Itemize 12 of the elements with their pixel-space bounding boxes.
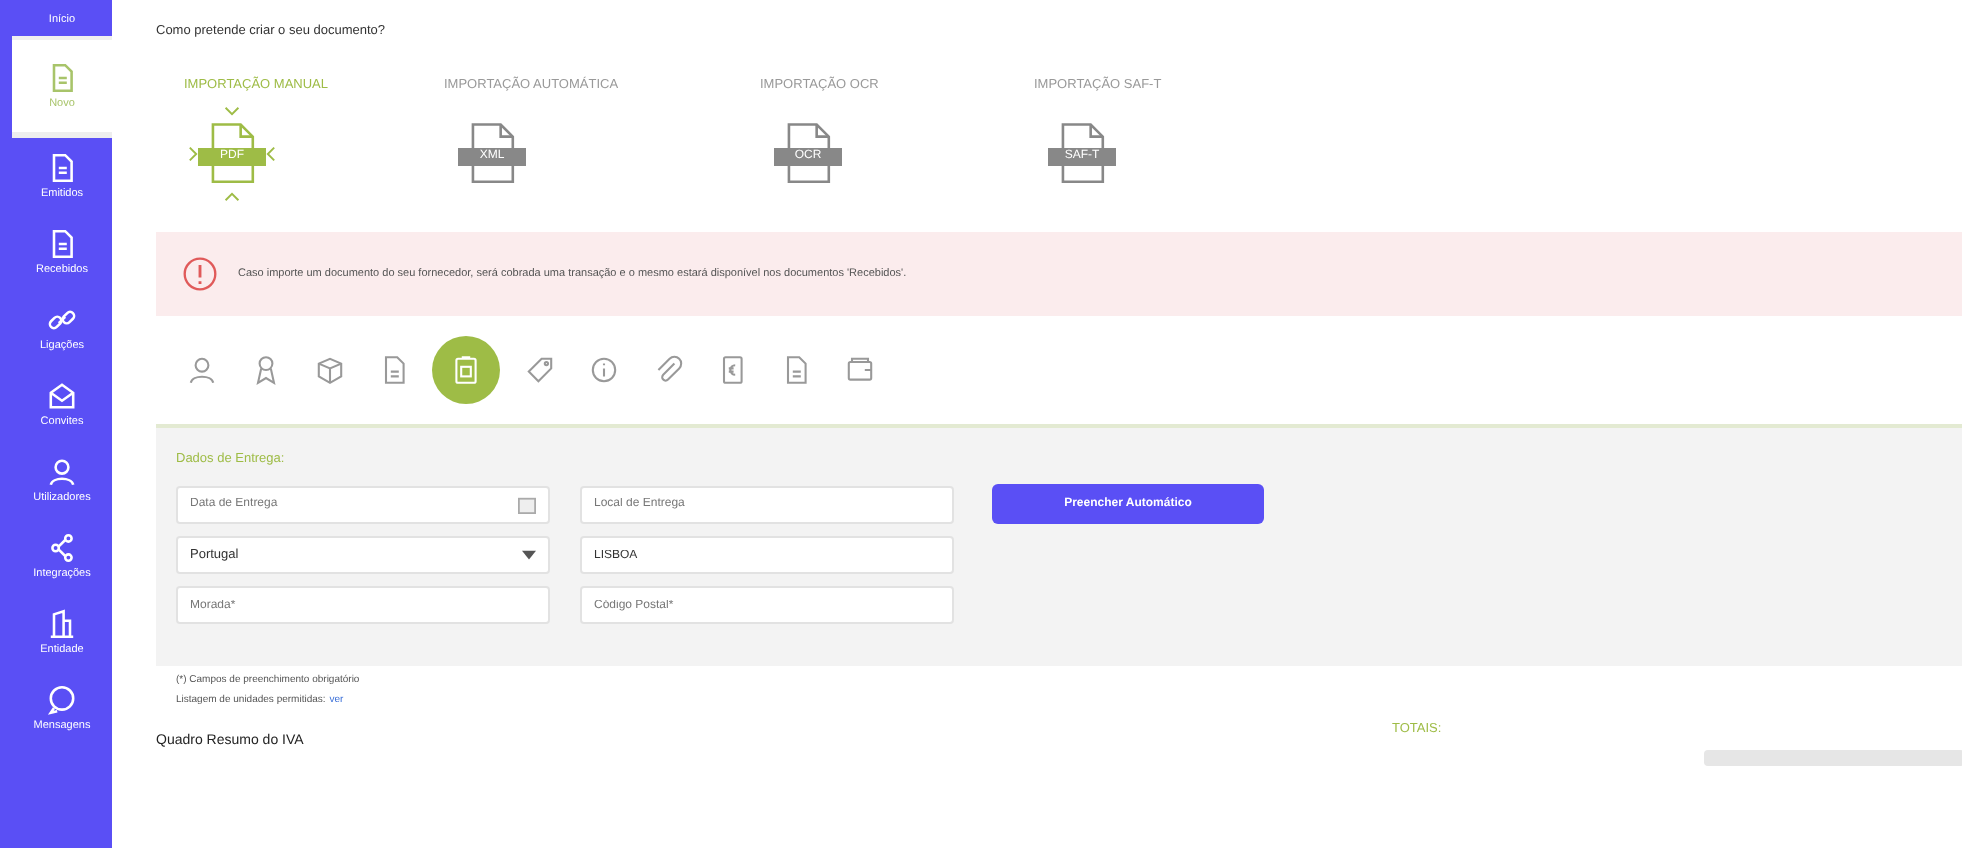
share-icon [46, 532, 78, 564]
chevron-icon [188, 146, 198, 162]
clipboard-step-icon[interactable] [432, 336, 500, 404]
chevron-icon [224, 192, 240, 202]
chat-icon [46, 684, 78, 716]
chevron-icon [224, 106, 240, 116]
warning-icon [182, 256, 218, 292]
chevron-icon [266, 146, 276, 162]
building-icon [46, 608, 78, 640]
user-icon [46, 456, 78, 488]
caret-icon [522, 550, 536, 560]
envelope-icon [46, 380, 78, 412]
